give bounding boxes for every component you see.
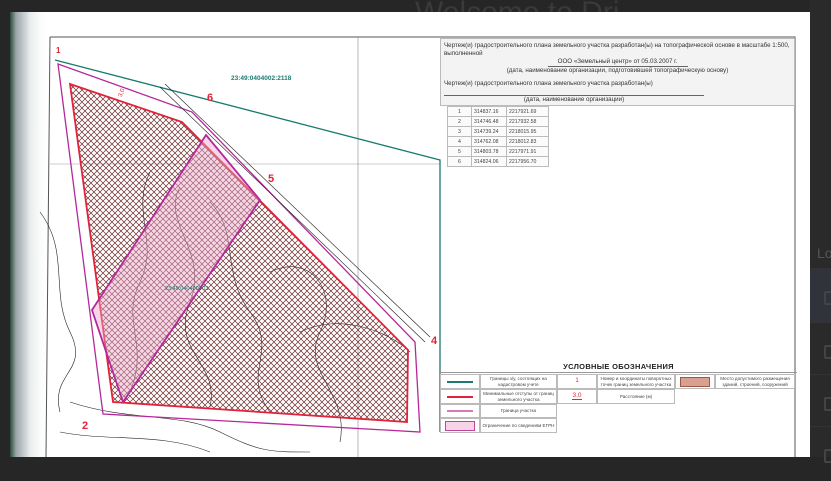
table-cell: 3	[447, 126, 472, 137]
table-cell: 5	[447, 146, 472, 157]
list-item[interactable]	[810, 374, 831, 429]
header-line: Чертеж(и) градостроительного плана земел…	[444, 80, 653, 87]
file-icon	[824, 291, 831, 305]
cadastral-number-parcel: 23:49:0404002:11	[165, 286, 209, 292]
table-row: 1 314837.16 2217921.69	[447, 106, 549, 117]
table-cell: 2218012.83	[506, 136, 549, 147]
header-caption: (дата, наименование организации)	[444, 95, 704, 104]
panel-heading: Lo	[817, 245, 831, 261]
header-caption: (дата, наименование организации, подгото…	[506, 67, 729, 74]
table-cell: 314762.08	[471, 136, 507, 147]
list-item[interactable]	[810, 426, 831, 481]
table-cell: 2218015.95	[506, 126, 549, 137]
point-label-1: 1	[56, 46, 61, 55]
table-cell: 2217956.70	[506, 156, 549, 167]
table-cell: 314824.06	[471, 156, 507, 167]
table-cell: 314803.78	[471, 146, 507, 157]
table-cell: 2217971.91	[506, 146, 549, 157]
legend-symbol-point: 1	[557, 374, 597, 389]
table-cell: 2217932.58	[506, 116, 549, 127]
table-cell: 314746.48	[471, 116, 507, 127]
file-icon	[824, 397, 831, 411]
legend: УСЛОВНЫЕ ОБОЗНАЧЕНИЯ Границы з/у, состоя…	[440, 362, 797, 434]
cadastral-number-neighbor: 23:49:0404002:2118	[231, 75, 292, 82]
table-row: 4 314762.08 2218012.83	[447, 136, 549, 147]
table-row: 2 314746.48 2217932.58	[447, 116, 549, 127]
legend-label: Номер и координаты поворотных точек гран…	[597, 374, 675, 389]
table-cell: 314837.16	[471, 106, 507, 117]
legend-label: Граница участка	[480, 404, 557, 418]
table-cell: 314739.24	[471, 126, 507, 137]
legend-label: Границы з/у, состоящих на кадастровом уч…	[480, 374, 557, 389]
legend-symbol-build-zone	[675, 374, 715, 389]
page-fold-shadow	[10, 12, 50, 457]
header-line: Чертеж(и) градостроительного плана земел…	[444, 42, 790, 57]
table-cell: 1	[447, 106, 472, 117]
file-icon	[824, 449, 831, 463]
image-viewer[interactable]: 6 5 4 2 1 3,0 23:49:0404002:2118 23:49:0…	[10, 12, 810, 457]
legend-symbol-pink	[440, 418, 480, 433]
point-label-5: 5	[268, 173, 275, 185]
legend-symbol-teal	[440, 374, 480, 389]
table-cell: 6	[447, 156, 472, 167]
legend-title: УСЛОВНЫЕ ОБОЗНАЧЕНИЯ	[440, 362, 797, 373]
table-cell: 2217921.69	[506, 106, 549, 117]
legend-symbol-red	[440, 389, 480, 404]
table-row: 5 314803.78 2217971.91	[447, 146, 549, 157]
coordinates-table: 1 314837.16 2217921.69 2 314746.48 2217932.5…	[447, 106, 549, 167]
drawing-header: Чертеж(и) градостроительного плана земел…	[440, 38, 795, 106]
file-icon	[824, 345, 831, 359]
background-side-panel: Lo	[810, 0, 831, 463]
table-cell: 2	[447, 116, 472, 127]
header-line: ООО «Земельный центр» от 05.03.2007 г.	[547, 58, 688, 67]
legend-label: Ограничение по сведениям ЕГРН	[480, 418, 557, 433]
legend-symbol-magenta	[440, 404, 480, 418]
legend-label: Минимальные отступы от границ земельного…	[480, 389, 557, 404]
point-label-4: 4	[431, 335, 438, 347]
point-label-6: 6	[207, 92, 214, 104]
table-row: 6 314824.06 2217956.70	[447, 156, 549, 167]
legend-label: Место допустимого размещения зданий, стр…	[715, 374, 795, 389]
list-item[interactable]	[810, 268, 831, 323]
list-item[interactable]	[810, 322, 831, 377]
legend-symbol-distance: 3,0	[557, 389, 597, 404]
point-label-2: 2	[82, 420, 89, 432]
legend-label: Расстояние (м)	[597, 389, 675, 404]
table-cell: 4	[447, 136, 472, 147]
table-row: 3 314739.24 2218015.95	[447, 126, 549, 137]
